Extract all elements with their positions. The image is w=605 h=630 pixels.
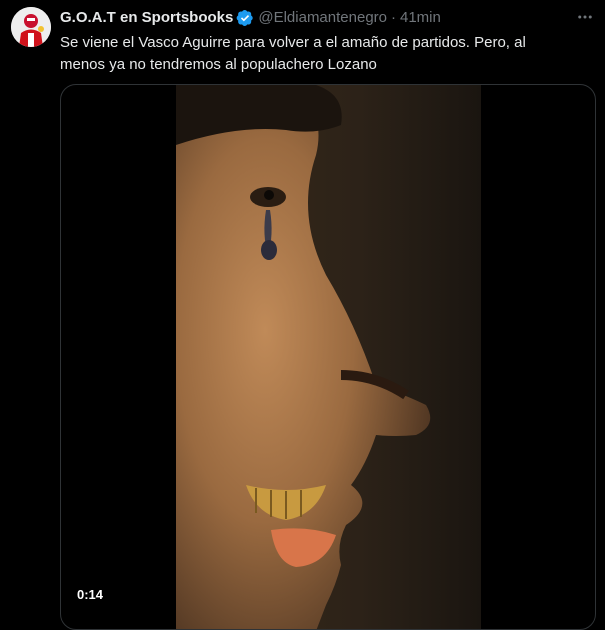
separator-dot: · xyxy=(391,9,396,26)
more-options-button[interactable] xyxy=(572,6,598,28)
tweet-timestamp[interactable]: 41min xyxy=(400,8,441,28)
author-display-name[interactable]: G.O.A.T en Sportsbooks xyxy=(60,8,233,28)
video-frame xyxy=(176,85,481,629)
video-duration-badge: 0:14 xyxy=(71,585,110,605)
author-handle[interactable]: @Eldiamantenegro xyxy=(258,8,387,28)
verified-badge-icon xyxy=(236,9,254,27)
avatar-icon xyxy=(11,7,51,47)
video-player[interactable]: 0:14 xyxy=(60,84,596,630)
tweet-header: G.O.A.T en Sportsbooks @Eldiamantenegro … xyxy=(60,8,441,28)
author-avatar[interactable] xyxy=(11,7,51,47)
more-horizontal-icon xyxy=(578,15,592,19)
tweet[interactable]: G.O.A.T en Sportsbooks @Eldiamantenegro … xyxy=(0,0,605,630)
tweet-text: Se viene el Vasco Aguirre para volver a … xyxy=(60,34,526,73)
